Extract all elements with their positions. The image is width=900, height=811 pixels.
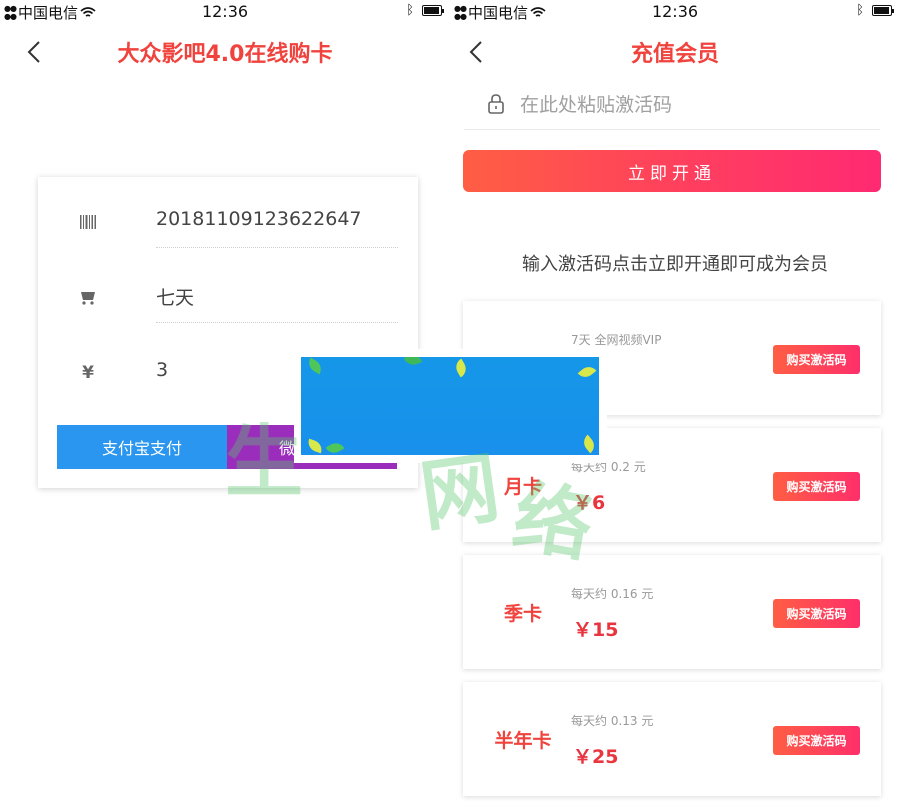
leaf-decoration: [325, 439, 345, 455]
leaf-decoration: [580, 434, 598, 454]
package-description: 7天 全网视频VIP: [571, 333, 662, 347]
page-title: 充值会员: [630, 42, 719, 67]
duration-field: 七天: [78, 279, 398, 323]
buy-code-button[interactable]: 购买激活码: [773, 345, 860, 374]
bluetooth-icon: ᛒ: [406, 3, 414, 18]
activation-code-row: [464, 84, 880, 130]
leaf-decoration: [577, 363, 597, 381]
package-price: ￥6: [573, 492, 606, 514]
battery-icon: [872, 5, 894, 16]
blue-banner-image: [301, 357, 599, 455]
buy-code-button[interactable]: 购买激活码: [773, 726, 860, 755]
package-card-halfyear: 半年卡 每天约 0.13 元 ￥25 购买激活码: [463, 682, 881, 796]
bluetooth-icon: ᛒ: [856, 3, 864, 18]
duration-value: 七天: [156, 287, 195, 309]
package-price: ￥25: [573, 746, 619, 768]
amount-value: 3: [156, 359, 169, 381]
package-price: ￥15: [573, 619, 619, 641]
leaf-decoration: [305, 357, 325, 375]
battery-icon: [422, 5, 444, 16]
clock: 12:36: [651, 2, 699, 21]
alipay-button[interactable]: 支付宝支付: [57, 425, 227, 469]
leaf-decoration: [305, 438, 325, 454]
page-title: 大众影吧4.0在线购卡: [117, 42, 333, 67]
yen-icon: ¥: [82, 363, 94, 383]
clock: 12:36: [201, 2, 249, 21]
activation-hint: 输入激活码点击立即开通即可成为会员: [522, 254, 828, 275]
package-daily-price: 每天约 0.16 元: [571, 587, 654, 601]
activation-code-input[interactable]: [520, 90, 860, 120]
package-name: 季卡: [503, 603, 542, 625]
package-daily-price: 每天约 0.13 元: [571, 714, 654, 728]
package-card-quarter: 季卡 每天约 0.16 元 ￥15 购买激活码: [463, 555, 881, 669]
leaf-decoration: [452, 358, 470, 378]
status-bar: ●● ●● 中国电信 12:36 ᛒ: [0, 0, 450, 24]
status-bar: ●● ●● 中国电信 12:36 ᛒ: [450, 0, 900, 24]
package-name: 月卡: [503, 476, 542, 498]
order-number: 20181109123622647: [156, 208, 362, 230]
overlay-image: [294, 349, 607, 463]
buy-code-button[interactable]: 购买激活码: [773, 472, 860, 501]
activate-button[interactable]: 立即开通: [463, 150, 881, 192]
buy-code-button[interactable]: 购买激活码: [773, 599, 860, 628]
leaf-decoration: [403, 357, 423, 368]
navbar: 充值会员: [450, 26, 900, 76]
cart-icon: [81, 292, 95, 305]
navbar: 大众影吧4.0在线购卡: [0, 26, 450, 76]
lock-icon: [488, 94, 504, 114]
barcode-icon: [80, 215, 96, 229]
order-number-field: 20181109123622647: [78, 204, 398, 248]
package-name: 半年卡: [494, 730, 552, 752]
